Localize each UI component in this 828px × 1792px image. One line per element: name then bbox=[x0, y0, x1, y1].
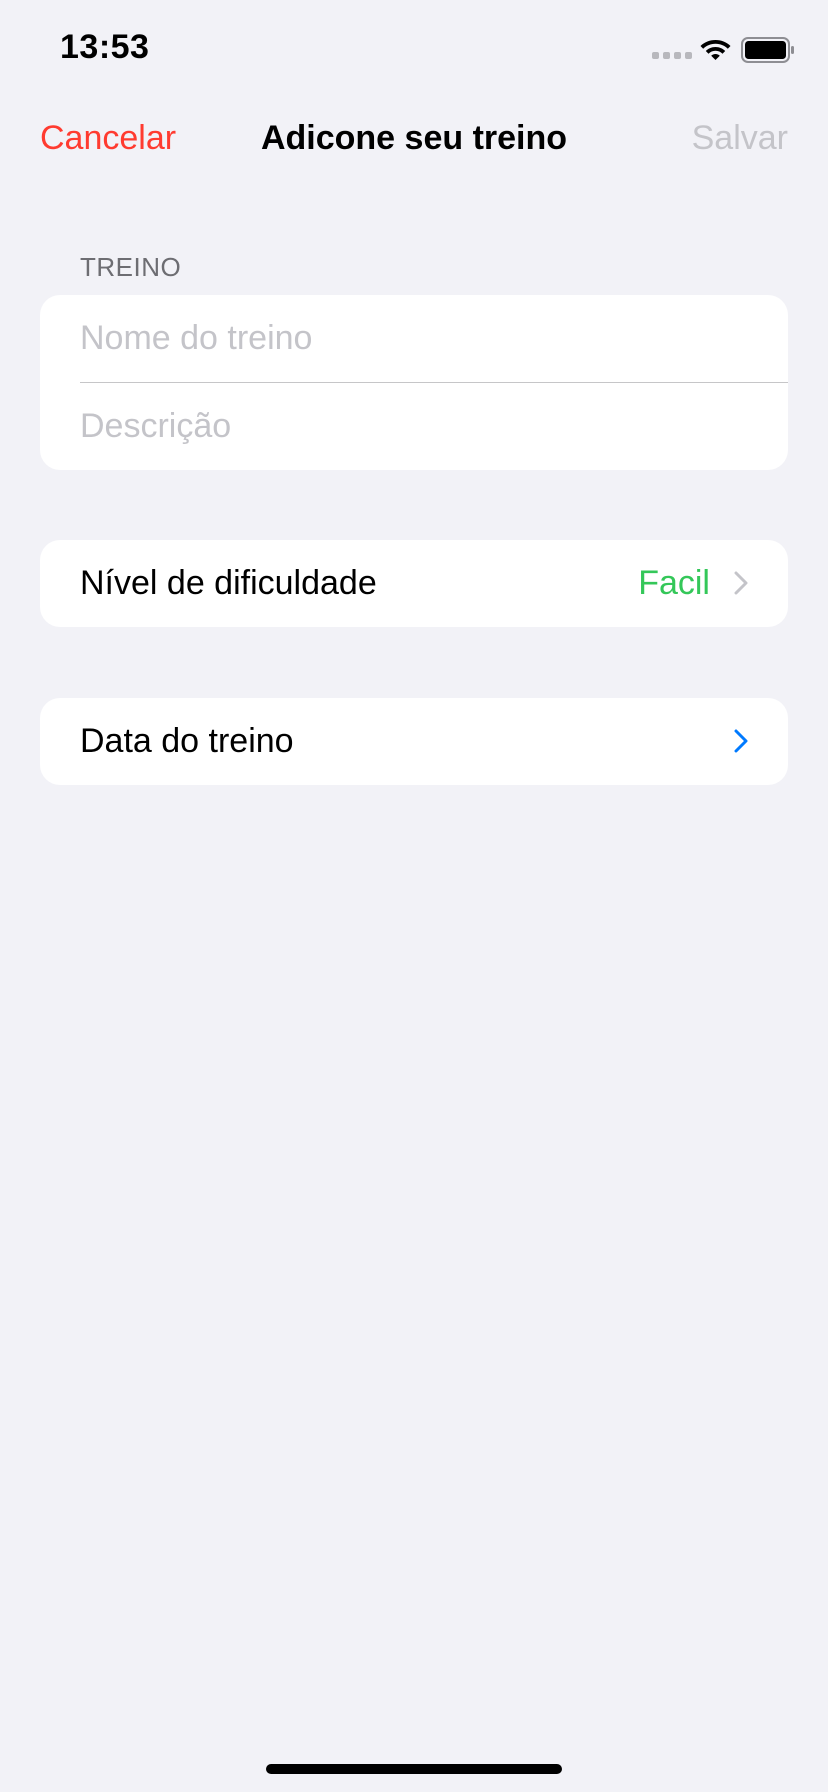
workout-date-label: Data do treino bbox=[80, 722, 294, 760]
difficulty-value: Facil bbox=[638, 564, 710, 602]
difficulty-row[interactable]: Nível de dificuldade Facil bbox=[40, 540, 788, 627]
save-button[interactable]: Salvar bbox=[692, 119, 788, 158]
workout-name-field[interactable]: Nome do treino bbox=[80, 295, 788, 382]
difficulty-label: Nível de dificuldade bbox=[80, 564, 377, 602]
chevron-right-icon bbox=[734, 729, 748, 753]
status-time: 13:53 bbox=[60, 28, 150, 66]
wifi-icon bbox=[700, 40, 731, 60]
battery-icon bbox=[741, 37, 794, 63]
section-header-treino: TREINO bbox=[80, 252, 182, 282]
description-field[interactable]: Descrição bbox=[80, 383, 788, 470]
workout-fields-group: Nome do treino Descrição bbox=[40, 295, 788, 470]
chevron-right-icon bbox=[734, 571, 748, 595]
status-bar: 13:53 bbox=[0, 0, 828, 100]
navigation-bar: Cancelar Adicone seu treino Salvar bbox=[0, 100, 828, 180]
home-indicator[interactable] bbox=[266, 1764, 562, 1774]
workout-date-row[interactable]: Data do treino bbox=[40, 698, 788, 785]
cellular-signal-icon bbox=[652, 52, 692, 59]
